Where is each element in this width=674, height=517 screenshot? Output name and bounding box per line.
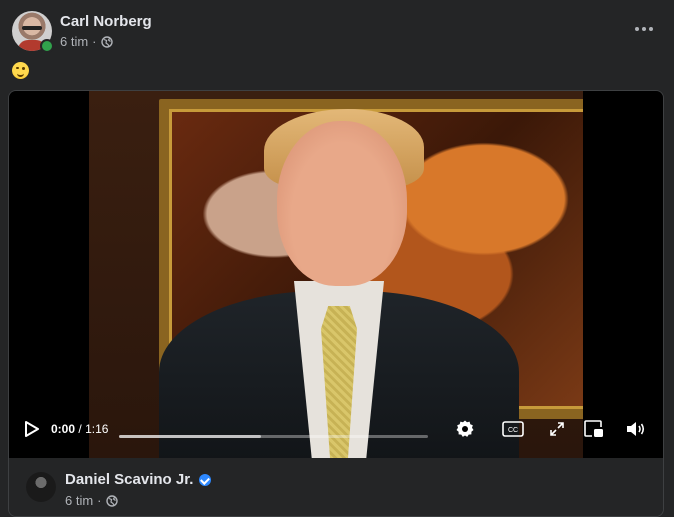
source-time[interactable]: 6 tim — [65, 493, 93, 508]
duration: 1:16 — [85, 422, 109, 436]
source-meta-separator: · — [97, 493, 102, 508]
post-meta: 6 tim · — [60, 34, 113, 49]
captions-icon: CC — [502, 421, 524, 437]
post-header: Carl Norberg 6 tim · — [12, 11, 674, 53]
author-name[interactable]: Carl Norberg — [60, 13, 152, 30]
verified-badge-icon — [199, 473, 212, 486]
source-avatar[interactable] — [26, 472, 56, 502]
fullscreen-button[interactable] — [542, 414, 572, 444]
volume-button[interactable] — [621, 414, 651, 444]
more-dot-icon — [642, 27, 646, 31]
source-meta: 6 tim · — [65, 493, 118, 508]
fullscreen-icon — [550, 422, 564, 436]
more-dot-icon — [649, 27, 653, 31]
shared-video-card: 0:00 / 1:16 CC Daniel Scavino Jr. 6 tim … — [8, 90, 664, 517]
post-text — [12, 61, 29, 79]
winking-face-emoji-icon — [12, 61, 29, 79]
picture-in-picture-icon — [584, 420, 603, 437]
time-separator: / — [78, 422, 82, 436]
video-player[interactable]: 0:00 / 1:16 CC — [9, 91, 663, 458]
shared-source-row: Daniel Scavino Jr. 6 tim · — [9, 458, 663, 516]
video-time: 0:00 / 1:16 — [51, 422, 108, 436]
video-controls: 0:00 / 1:16 CC — [9, 414, 663, 458]
buffered-progress — [119, 435, 262, 438]
person-head — [277, 121, 407, 286]
globe-icon[interactable] — [100, 35, 113, 48]
meta-separator: · — [92, 34, 97, 49]
current-time: 0:00 — [51, 422, 76, 436]
more-dot-icon — [635, 27, 639, 31]
post-time[interactable]: 6 tim — [60, 34, 88, 49]
settings-button[interactable] — [450, 414, 480, 444]
more-options-button[interactable] — [626, 11, 662, 47]
captions-button[interactable]: CC — [498, 414, 528, 444]
settings-icon — [456, 420, 474, 437]
source-name-row: Daniel Scavino Jr. — [65, 471, 212, 488]
progress-bar[interactable] — [119, 435, 428, 438]
online-status-indicator — [40, 39, 54, 53]
globe-icon[interactable] — [105, 494, 118, 507]
play-icon — [25, 421, 39, 437]
volume-icon — [627, 422, 645, 436]
picture-in-picture-button[interactable] — [579, 414, 609, 444]
source-name[interactable]: Daniel Scavino Jr. — [65, 471, 193, 488]
svg-text:CC: CC — [508, 427, 518, 434]
video-frame — [89, 91, 583, 458]
play-button[interactable] — [17, 414, 47, 444]
